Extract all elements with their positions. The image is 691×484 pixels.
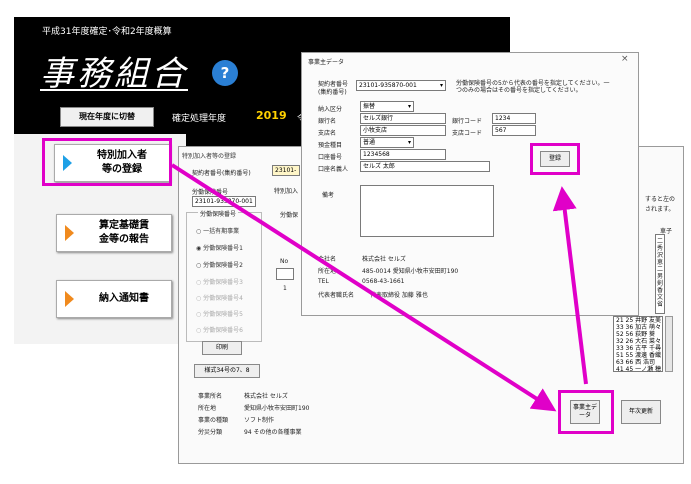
annotation-arrows bbox=[170, 163, 588, 412]
arrow-to-owner-data bbox=[170, 163, 557, 412]
arrow-to-register bbox=[552, 186, 588, 385]
